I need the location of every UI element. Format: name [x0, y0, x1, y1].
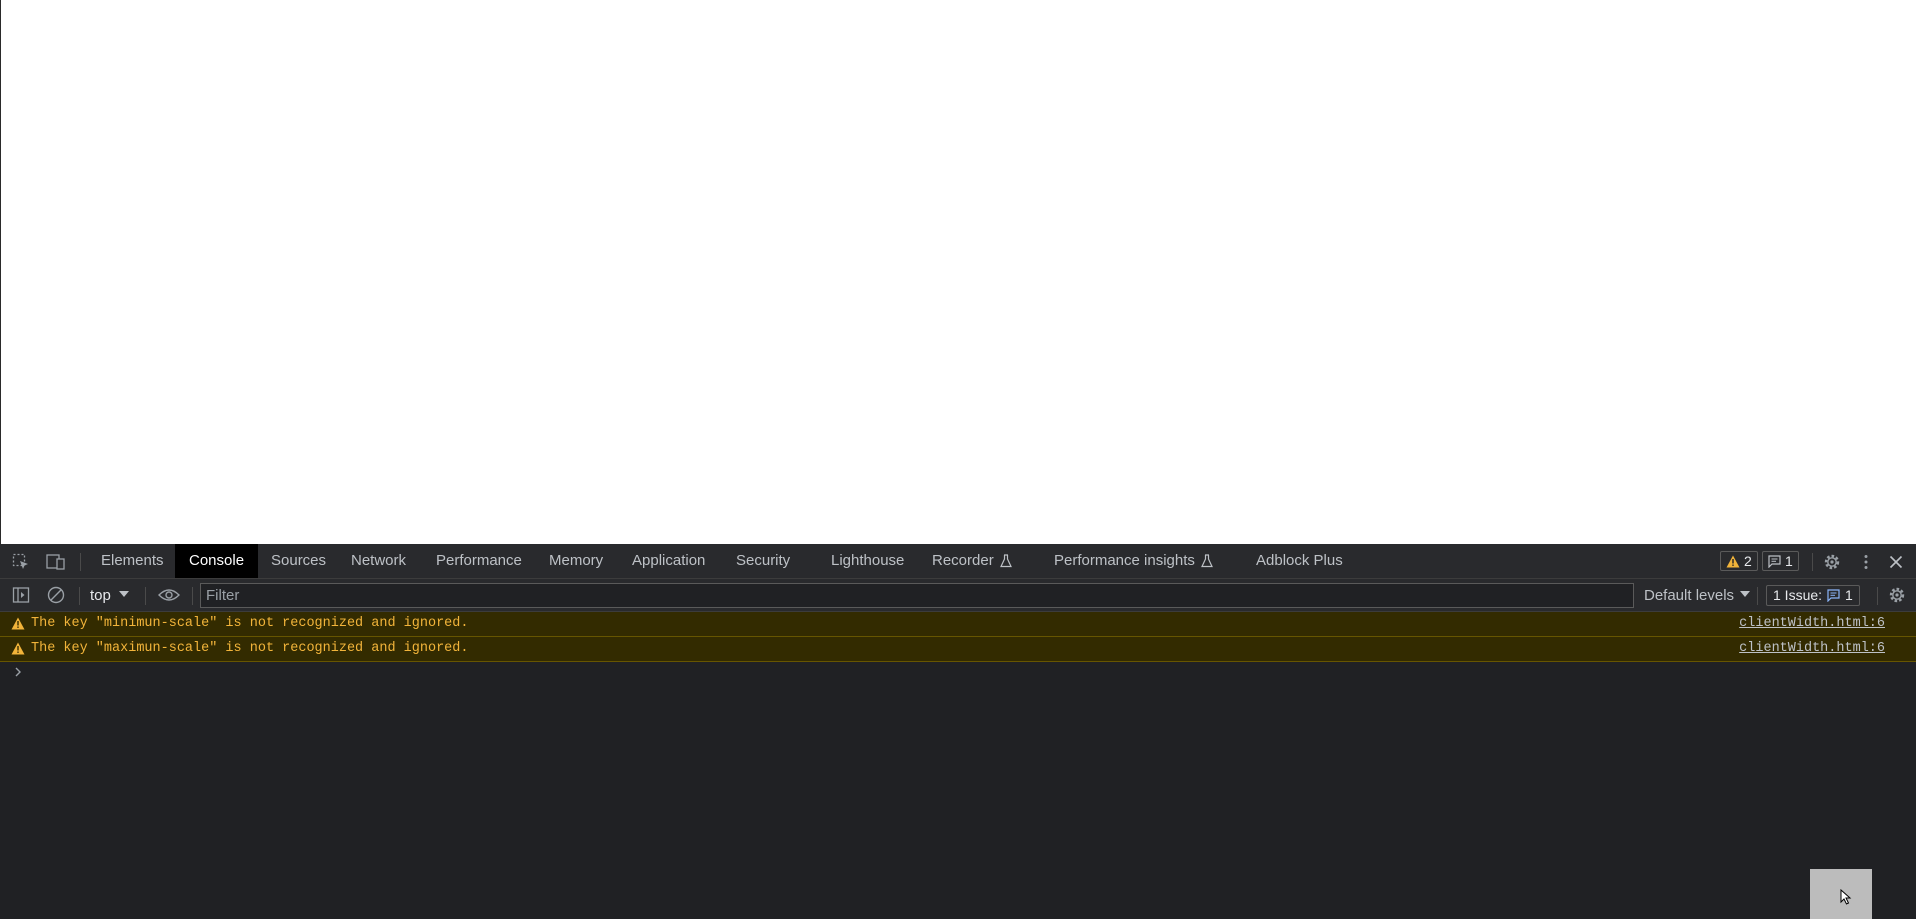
devtools-tab-bar: Elements Console Sources Network Perform…	[0, 544, 1916, 579]
divider	[79, 587, 80, 605]
divider	[145, 587, 146, 605]
divider	[1757, 587, 1758, 605]
warning-icon	[11, 642, 25, 655]
tab-network[interactable]: Network	[351, 544, 406, 578]
tab-performance[interactable]: Performance	[436, 544, 522, 578]
warnings-count: 2	[1744, 553, 1752, 569]
log-levels-label: Default levels	[1644, 587, 1735, 604]
clear-console-icon[interactable]	[46, 585, 66, 605]
tab-recorder[interactable]: Recorder	[932, 544, 1012, 578]
tab-elements[interactable]: Elements	[101, 544, 164, 578]
console-settings-gear-icon[interactable]	[1887, 585, 1907, 605]
divider	[80, 553, 81, 571]
devtools-panel: Elements Console Sources Network Perform…	[0, 544, 1916, 919]
messages-count: 1	[1785, 553, 1793, 569]
filter-input[interactable]	[200, 583, 1634, 608]
console-message-warning: The key "maximun-scale" is not recognize…	[0, 637, 1916, 662]
messages-counter[interactable]: 1	[1762, 551, 1799, 571]
settings-gear-icon[interactable]	[1822, 552, 1842, 572]
divider	[1812, 553, 1813, 571]
warnings-counter[interactable]: 2	[1720, 551, 1758, 571]
log-levels-dropdown[interactable]: Default levels	[1644, 579, 1751, 612]
divider	[192, 587, 193, 605]
more-options-icon[interactable]	[1856, 552, 1876, 572]
context-selector[interactable]: top	[90, 579, 129, 612]
page-viewport	[0, 0, 1916, 544]
warning-icon	[11, 617, 25, 630]
tab-lighthouse[interactable]: Lighthouse	[831, 544, 904, 578]
tab-application[interactable]: Application	[632, 544, 705, 578]
issues-button[interactable]: 1 Issue: 1	[1766, 585, 1860, 606]
issues-label: 1 Issue:	[1773, 587, 1823, 603]
divider	[1877, 587, 1878, 605]
experiment-flask-icon	[1200, 554, 1213, 568]
show-sidebar-icon[interactable]	[11, 585, 31, 605]
console-message-warning: The key "minimun-scale" is not recognize…	[0, 612, 1916, 637]
inspect-element-icon[interactable]	[11, 552, 31, 572]
device-toolbar-icon[interactable]	[46, 552, 66, 572]
console-toolbar: top Default levels 1 Issue: 1	[0, 579, 1916, 612]
overlay-widget[interactable]	[1810, 869, 1872, 919]
tab-security[interactable]: Security	[736, 544, 790, 578]
console-prompt-chevron-icon[interactable]	[14, 664, 22, 680]
tab-console[interactable]: Console	[175, 544, 259, 578]
message-icon	[1827, 589, 1840, 602]
message-icon	[1768, 554, 1781, 568]
source-link[interactable]: clientWidth.html:6	[1739, 612, 1885, 636]
tab-recorder-label: Recorder	[932, 552, 994, 569]
experiment-flask-icon	[999, 554, 1012, 568]
mouse-cursor-icon	[1840, 889, 1852, 905]
chevron-down-icon	[1740, 591, 1751, 598]
tab-performance-insights[interactable]: Performance insights	[1054, 544, 1213, 578]
console-message-text: The key "minimun-scale" is not recognize…	[31, 616, 469, 631]
tab-performance-insights-label: Performance insights	[1054, 552, 1195, 569]
tab-sources[interactable]: Sources	[271, 544, 326, 578]
live-expression-eye-icon[interactable]	[157, 585, 181, 605]
close-icon[interactable]	[1886, 552, 1906, 572]
warning-icon	[1726, 555, 1740, 567]
source-link[interactable]: clientWidth.html:6	[1739, 637, 1885, 661]
chevron-down-icon	[118, 591, 129, 598]
tab-memory[interactable]: Memory	[549, 544, 603, 578]
context-label: top	[90, 587, 111, 604]
console-message-text: The key "maximun-scale" is not recognize…	[31, 641, 469, 656]
tab-adblock-plus[interactable]: Adblock Plus	[1256, 544, 1343, 578]
issues-count: 1	[1845, 587, 1853, 603]
